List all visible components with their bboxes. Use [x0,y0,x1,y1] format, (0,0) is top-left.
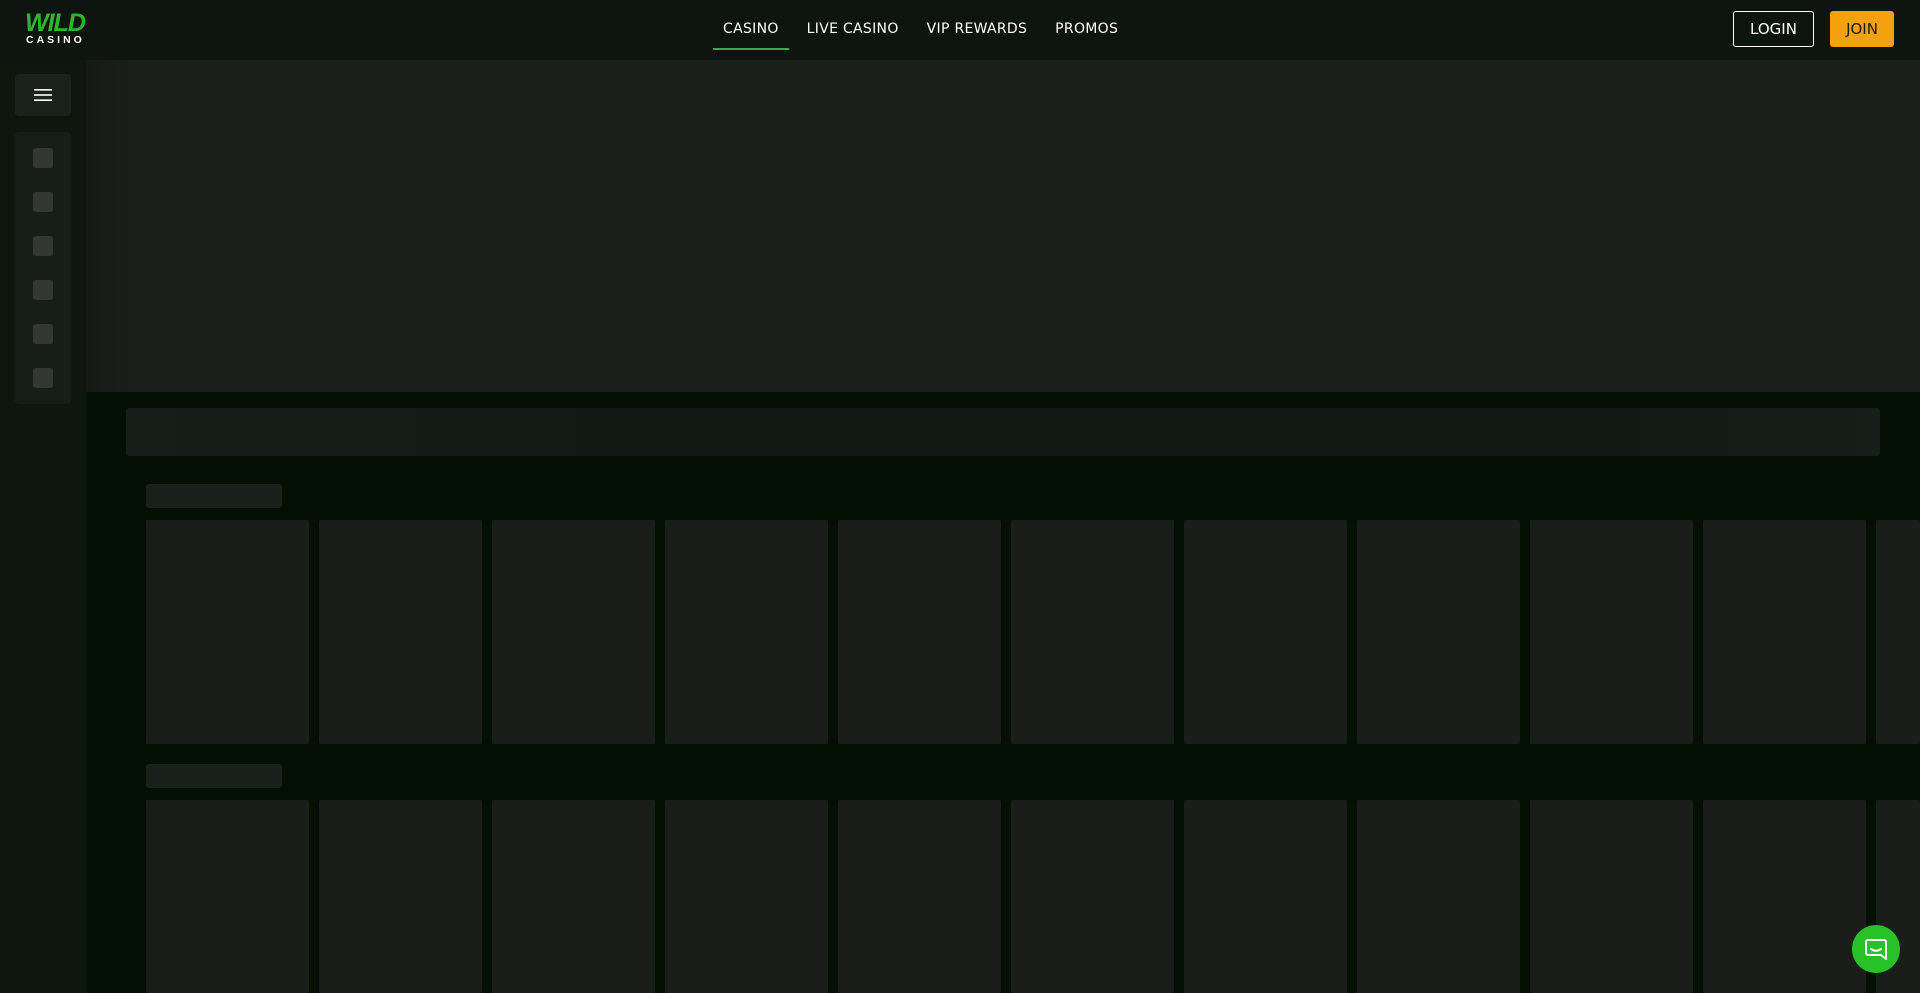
left-sidebar [0,60,86,993]
logo-wordmark: WILD [25,9,86,37]
sidebar-item-placeholder [33,236,53,256]
game-tile-placeholder[interactable] [1011,800,1174,993]
game-tile-placeholder[interactable] [146,800,309,993]
game-tile-placeholder[interactable] [146,520,309,744]
game-tile-placeholder[interactable] [319,520,482,744]
game-tile-placeholder[interactable] [665,800,828,993]
nav-vip-rewards[interactable]: VIP REWARDS [917,0,1038,50]
sidebar-item-placeholder [33,280,53,300]
hamburger-menu-icon [34,89,52,101]
sidebar-item-placeholder [33,368,53,388]
sidebar-item-placeholder [33,148,53,168]
search-bar-placeholder [126,408,1880,456]
chat-launcher-button[interactable] [1852,925,1900,973]
game-tile-placeholder[interactable] [492,520,655,744]
main-nav: CASINO LIVE CASINO VIP REWARDS PROMOS [713,0,1136,50]
game-tile-placeholder[interactable] [1703,520,1866,744]
game-tile-placeholder[interactable] [1703,800,1866,993]
chat-bubble-icon [1865,939,1887,960]
game-tile-placeholder[interactable] [319,800,482,993]
sidebar-item-placeholder [33,192,53,212]
game-tile-placeholder[interactable] [1357,800,1520,993]
game-tile-placeholder[interactable] [1876,520,1920,744]
game-tile-placeholder[interactable] [838,520,1001,744]
menu-toggle-button[interactable] [15,74,71,116]
nav-casino[interactable]: CASINO [713,0,789,50]
game-tile-placeholder[interactable] [1184,800,1347,993]
login-button[interactable]: LOGIN [1733,11,1814,47]
game-tile-placeholder[interactable] [665,520,828,744]
section-title-placeholder [146,484,282,508]
hero-banner-placeholder [86,60,1920,392]
game-tile-placeholder[interactable] [1011,520,1174,744]
sidebar-item-placeholder [33,324,53,344]
game-tile-placeholder[interactable] [492,800,655,993]
join-button[interactable]: JOIN [1830,11,1894,47]
sidebar-nav-placeholder [15,132,71,404]
game-tile-placeholder[interactable] [1530,800,1693,993]
game-tile-placeholder[interactable] [1357,520,1520,744]
nav-live-casino[interactable]: LIVE CASINO [797,0,909,50]
game-tile-placeholder[interactable] [1184,520,1347,744]
logo-subword: CASINO [26,34,85,46]
top-header: WILD CASINO CASINO LIVE CASINO VIP REWAR… [0,0,1920,60]
section-title-placeholder [146,764,282,788]
nav-promos[interactable]: PROMOS [1045,0,1128,50]
game-tile-placeholder[interactable] [838,800,1001,993]
wild-casino-logo[interactable]: WILD CASINO [25,9,97,48]
game-tile-placeholder[interactable] [1530,520,1693,744]
